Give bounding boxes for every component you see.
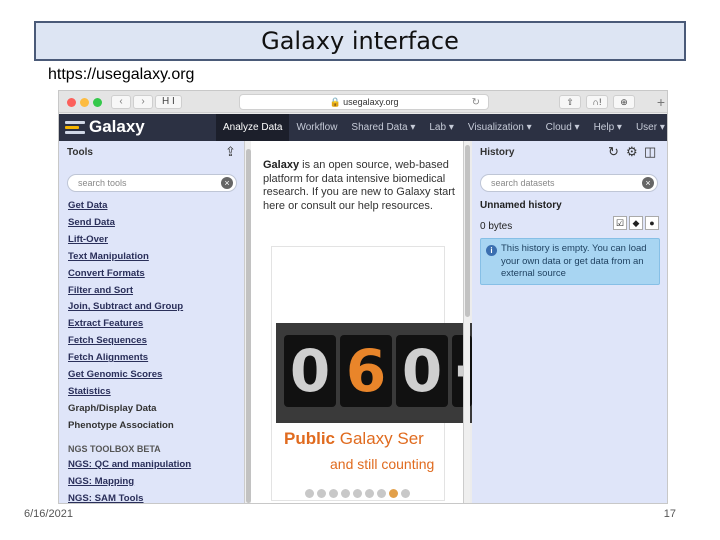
tool-section-label: NGS TOOLBOX BETA bbox=[68, 443, 161, 454]
tool-ngs-sam-tools[interactable]: NGS: SAM Tools bbox=[68, 491, 238, 504]
galaxy-logo-icon[interactable] bbox=[65, 121, 85, 135]
tool-graph-display-data[interactable]: Graph/Display Data bbox=[68, 401, 238, 418]
tool-lift-over[interactable]: Lift-Over bbox=[68, 232, 238, 249]
history-view-icon[interactable]: ◫ bbox=[644, 145, 656, 159]
slideshow-dot[interactable] bbox=[353, 489, 362, 498]
tool-search-input[interactable]: search tools × bbox=[67, 174, 237, 192]
masthead-nav: Analyze Data Workflow Shared Data ▾ Lab … bbox=[216, 114, 667, 141]
slideshow-dots[interactable] bbox=[305, 489, 410, 498]
tool-list: Get Data Send Data Lift-Over Text Manipu… bbox=[68, 198, 238, 504]
browser-toolbar: ‹ › H I 🔒 usegalaxy.org ↻ ⇧ ∩! ⊕ + bbox=[59, 91, 667, 113]
clear-history-search-icon[interactable]: × bbox=[642, 177, 654, 189]
slideshow-dot[interactable] bbox=[305, 489, 314, 498]
history-search-placeholder: search datasets bbox=[491, 178, 555, 188]
tool-text-manipulation[interactable]: Text Manipulation bbox=[68, 249, 238, 266]
history-options-gear-icon[interactable]: ⚙ bbox=[626, 145, 638, 159]
history-empty-message: i This history is empty. You can load yo… bbox=[480, 238, 660, 285]
address-bar[interactable]: 🔒 usegalaxy.org ↻ bbox=[239, 94, 489, 110]
minimize-window-icon[interactable] bbox=[80, 98, 89, 107]
reader-icon[interactable]: ∩! bbox=[586, 95, 608, 109]
history-empty-text: This history is empty. You can load your… bbox=[501, 243, 647, 279]
info-icon: i bbox=[486, 245, 497, 256]
slideshow-dot[interactable] bbox=[389, 489, 398, 498]
tool-get-genomic-scores[interactable]: Get Genomic Scores bbox=[68, 367, 238, 384]
address-text: 🔒 usegalaxy.org bbox=[329, 97, 399, 107]
history-search-input[interactable]: search datasets × bbox=[480, 174, 658, 192]
upload-icon[interactable]: ⇪ bbox=[225, 145, 236, 159]
tool-statistics[interactable]: Statistics bbox=[68, 384, 238, 401]
annotation-icon[interactable]: ● bbox=[645, 216, 659, 230]
tool-send-data[interactable]: Send Data bbox=[68, 215, 238, 232]
tool-ngs-mapping[interactable]: NGS: Mapping bbox=[68, 474, 238, 491]
tool-extract-features[interactable]: Extract Features bbox=[68, 316, 238, 333]
tool-fetch-alignments[interactable]: Fetch Alignments bbox=[68, 350, 238, 367]
nav-lab[interactable]: Lab ▾ bbox=[422, 114, 460, 141]
tool-get-data[interactable]: Get Data bbox=[68, 198, 238, 215]
forward-button[interactable]: › bbox=[133, 95, 153, 109]
welcome-bold: Galaxy bbox=[263, 159, 300, 171]
banner-public: Public bbox=[284, 429, 336, 448]
counter-digit: 0 bbox=[284, 335, 336, 407]
center-scrollbar[interactable] bbox=[463, 141, 470, 503]
nav-workflow[interactable]: Workflow bbox=[289, 114, 344, 141]
slideshow-dot[interactable] bbox=[329, 489, 338, 498]
tool-convert-formats[interactable]: Convert Formats bbox=[68, 266, 238, 283]
browser-window: ‹ › H I 🔒 usegalaxy.org ↻ ⇧ ∩! ⊕ + Galax… bbox=[58, 90, 668, 504]
slideshow-dot[interactable] bbox=[341, 489, 350, 498]
galaxy-masthead: Galaxy Analyze Data Workflow Shared Data… bbox=[59, 114, 667, 141]
history-size: 0 bytes bbox=[480, 221, 513, 232]
nav-analyze-data[interactable]: Analyze Data bbox=[216, 114, 290, 141]
history-actions: ☑ ◆ ● bbox=[613, 216, 659, 230]
tool-panel-title: Tools bbox=[67, 147, 93, 158]
banner-subtitle: and still counting bbox=[330, 456, 435, 472]
tool-panel-scrollbar[interactable] bbox=[244, 141, 251, 503]
maximize-window-icon[interactable] bbox=[93, 98, 102, 107]
tab-overview-button[interactable]: H I bbox=[155, 95, 182, 109]
banner-rest: Galaxy Ser bbox=[335, 429, 424, 448]
tool-search-placeholder: search tools bbox=[78, 178, 127, 188]
tool-phenotype-association[interactable]: Phenotype Association bbox=[68, 418, 238, 435]
slide-date: 6/16/2021 bbox=[24, 508, 73, 520]
nav-visualization[interactable]: Visualization ▾ bbox=[461, 114, 539, 141]
share-icon[interactable]: ⇧ bbox=[559, 95, 581, 109]
refresh-history-icon[interactable]: ↻ bbox=[608, 145, 619, 159]
reload-icon[interactable]: ↻ bbox=[472, 96, 480, 110]
slide-title: Galaxy interface bbox=[34, 21, 686, 61]
tags-icon[interactable]: ◆ bbox=[629, 216, 643, 230]
tool-ngs-qc[interactable]: NGS: QC and manipulation bbox=[68, 457, 238, 474]
nav-cloud[interactable]: Cloud ▾ bbox=[539, 114, 587, 141]
add-tab-icon[interactable]: ⊕ bbox=[613, 95, 635, 109]
nav-user[interactable]: User ▾ bbox=[629, 114, 667, 141]
counter-banner: 0 6 0 · bbox=[276, 323, 476, 423]
tool-panel: Tools ⇪ search tools × Get Data Send Dat… bbox=[59, 141, 244, 504]
tool-filter-and-sort[interactable]: Filter and Sort bbox=[68, 283, 238, 300]
select-items-icon[interactable]: ☑ bbox=[613, 216, 627, 230]
history-name[interactable]: Unnamed history bbox=[480, 200, 562, 211]
close-window-icon[interactable] bbox=[67, 98, 76, 107]
slideshow-dot[interactable] bbox=[365, 489, 374, 498]
counter-digit: 6 bbox=[340, 335, 392, 407]
banner-title: Public Galaxy Ser bbox=[284, 429, 424, 449]
nav-shared-data[interactable]: Shared Data ▾ bbox=[344, 114, 422, 141]
history-panel: History ↻ ⚙ ◫ search datasets × Unnamed … bbox=[472, 141, 667, 503]
welcome-text: Galaxy is an open source, web-based plat… bbox=[263, 159, 463, 213]
history-panel-title: History bbox=[480, 147, 515, 158]
tool-join-subtract-group[interactable]: Join, Subtract and Group bbox=[68, 299, 238, 316]
brand-name[interactable]: Galaxy bbox=[89, 117, 145, 137]
slide-url: https://usegalaxy.org bbox=[48, 66, 195, 83]
clear-search-icon[interactable]: × bbox=[221, 177, 233, 189]
back-button[interactable]: ‹ bbox=[111, 95, 131, 109]
slide-page-number: 17 bbox=[663, 508, 676, 520]
slideshow-dot[interactable] bbox=[401, 489, 410, 498]
tool-fetch-sequences[interactable]: Fetch Sequences bbox=[68, 333, 238, 350]
slideshow-dot[interactable] bbox=[317, 489, 326, 498]
slideshow-dot[interactable] bbox=[377, 489, 386, 498]
counter-digit: 0 bbox=[396, 335, 448, 407]
nav-help[interactable]: Help ▾ bbox=[587, 114, 629, 141]
new-tab-icon[interactable]: + bbox=[657, 95, 665, 109]
